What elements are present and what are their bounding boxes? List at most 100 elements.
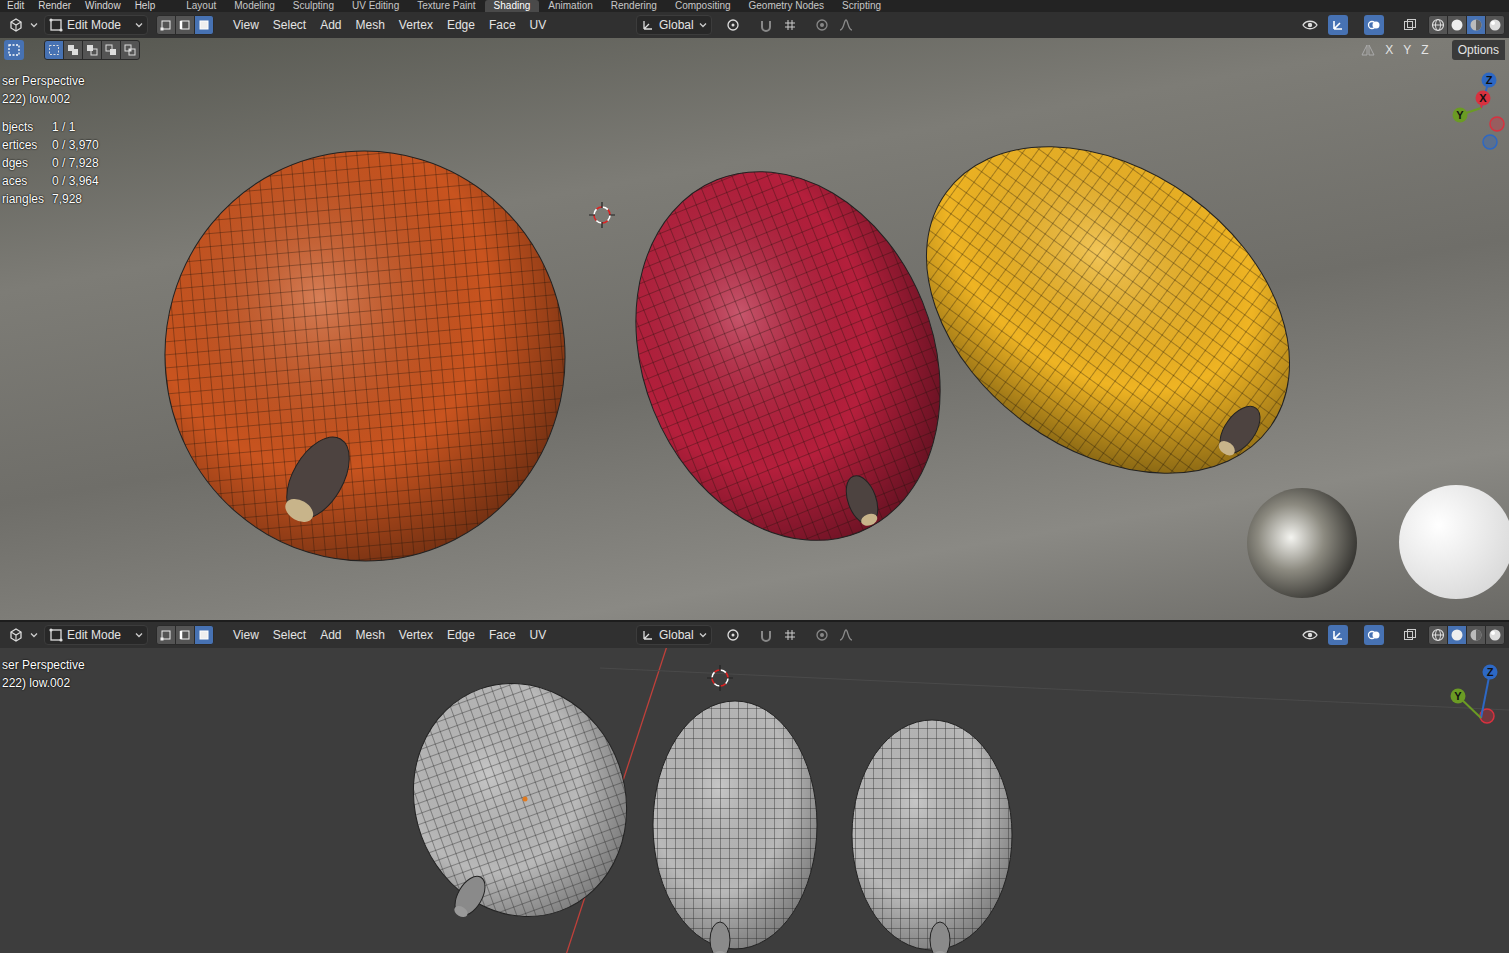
3d-cursor-icon[interactable] <box>707 665 733 691</box>
mirror-axis-toggle[interactable]: X <box>1382 41 1396 59</box>
cacao-pod[interactable] <box>148 134 582 577</box>
negative-axis-icon[interactable] <box>1483 135 1497 149</box>
axis-ball[interactable] <box>1451 689 1466 704</box>
app-menu[interactable]: Render <box>31 0 78 12</box>
workspace-tab[interactable]: Sculpting <box>284 0 343 12</box>
cacao-pod[interactable] <box>852 720 1012 950</box>
navigation-gizmo[interactable]: ZY <box>1429 648 1509 768</box>
solid-shading-button[interactable] <box>1447 15 1467 35</box>
workspace-tab[interactable]: Animation <box>539 0 601 12</box>
invert-selection-button[interactable] <box>101 40 121 60</box>
3d-cursor-icon[interactable] <box>589 202 615 228</box>
negative-axis-icon[interactable] <box>1490 117 1504 131</box>
snap-target-button[interactable] <box>780 625 800 645</box>
falloff-button[interactable] <box>836 15 856 35</box>
app-menu[interactable]: Help <box>128 0 163 12</box>
material-shading-button[interactable] <box>1466 15 1486 35</box>
workspace-tab[interactable]: Layout <box>177 0 225 12</box>
header-menu[interactable]: Select <box>266 14 313 36</box>
viewport-area[interactable]: ZXYXYZOptionsser Perspective222) low.002… <box>0 38 1509 620</box>
cacao-pod[interactable] <box>653 701 817 949</box>
axis-ball[interactable] <box>1476 91 1491 106</box>
header-menu[interactable]: UV <box>523 624 554 646</box>
header-menu[interactable]: View <box>226 624 266 646</box>
workspace-tab[interactable]: Compositing <box>666 0 740 12</box>
vert-select-button[interactable] <box>156 625 176 645</box>
wireframe-shading-button[interactable] <box>1428 15 1448 35</box>
face-select-button[interactable] <box>194 625 214 645</box>
material-shading-button[interactable] <box>1466 625 1486 645</box>
face-select-button[interactable] <box>194 15 214 35</box>
options-dropdown[interactable]: Options <box>1452 40 1505 60</box>
workspace-tab[interactable]: Scripting <box>833 0 890 12</box>
header-menu[interactable]: UV <box>523 14 554 36</box>
orientation-dropdown[interactable]: Global <box>636 625 712 645</box>
pivot-button[interactable] <box>724 625 744 645</box>
overlays-toggle[interactable] <box>1364 15 1384 35</box>
edge-select-button[interactable] <box>175 15 195 35</box>
box-select-button[interactable] <box>4 40 24 60</box>
editor-type-button[interactable] <box>4 15 40 35</box>
viewport-canvas[interactable] <box>0 648 1509 953</box>
axis-ball[interactable] <box>1483 665 1498 680</box>
header-menu[interactable]: View <box>226 14 266 36</box>
app-menu[interactable]: Edit <box>0 0 31 12</box>
workspace-tab[interactable]: Geometry Nodes <box>740 0 834 12</box>
workspace-tab[interactable]: Modeling <box>225 0 284 12</box>
header-menu[interactable]: Add <box>313 14 348 36</box>
xray-toggle[interactable] <box>1400 625 1420 645</box>
visibility-button[interactable] <box>1300 625 1320 645</box>
header-menu[interactable]: Edge <box>440 624 482 646</box>
gizmos-toggle[interactable] <box>1328 625 1348 645</box>
header-menu[interactable]: Mesh <box>349 624 392 646</box>
cacao-pod[interactable] <box>381 653 659 947</box>
cacao-pod[interactable] <box>582 126 993 587</box>
falloff-button[interactable] <box>836 625 856 645</box>
mirror-axis-toggle[interactable]: Z <box>1418 41 1431 59</box>
mirror-axis-toggle[interactable]: Y <box>1400 41 1414 59</box>
header-menu[interactable]: Vertex <box>392 624 440 646</box>
rendered-shading-button[interactable] <box>1485 15 1505 35</box>
workspace-tab[interactable]: Texture Paint <box>408 0 484 12</box>
mode-dropdown[interactable]: Edit Mode <box>44 625 148 645</box>
header-menu[interactable]: Vertex <box>392 14 440 36</box>
proportional-button[interactable] <box>812 625 832 645</box>
pod-stem <box>710 922 730 953</box>
pivot-button[interactable] <box>724 15 744 35</box>
new-selection-button[interactable] <box>44 40 64 60</box>
orientation-dropdown[interactable]: Global <box>636 15 712 35</box>
extend-selection-button[interactable] <box>63 40 83 60</box>
header-menu[interactable]: Add <box>313 624 348 646</box>
workspace-tab[interactable]: Shading <box>485 0 540 12</box>
workspace-tab[interactable]: UV Editing <box>343 0 408 12</box>
editor-type-button[interactable] <box>4 625 40 645</box>
header-menu[interactable]: Select <box>266 624 313 646</box>
mode-dropdown[interactable]: Edit Mode <box>44 15 148 35</box>
axis-ball[interactable] <box>1482 73 1497 88</box>
rendered-shading-button[interactable] <box>1485 625 1505 645</box>
header-menu[interactable]: Mesh <box>349 14 392 36</box>
snap-button[interactable] <box>756 625 776 645</box>
snap-target-button[interactable] <box>780 15 800 35</box>
edge-select-button[interactable] <box>175 625 195 645</box>
header-menu[interactable]: Edge <box>440 14 482 36</box>
gizmos-toggle[interactable] <box>1328 15 1348 35</box>
visibility-button[interactable] <box>1300 15 1320 35</box>
xray-toggle[interactable] <box>1400 15 1420 35</box>
vert-select-button[interactable] <box>156 15 176 35</box>
wireframe-shading-button[interactable] <box>1428 625 1448 645</box>
proportional-button[interactable] <box>812 15 832 35</box>
cacao-pod[interactable] <box>864 79 1352 541</box>
solid-shading-button[interactable] <box>1447 625 1467 645</box>
intersect-selection-button[interactable] <box>120 40 140 60</box>
workspace-tab[interactable]: Rendering <box>602 0 666 12</box>
snap-button[interactable] <box>756 15 776 35</box>
overlays-toggle[interactable] <box>1364 625 1384 645</box>
viewport-canvas[interactable] <box>0 38 1509 620</box>
viewport-area[interactable]: ZYser Perspective222) low.002 <box>0 648 1509 953</box>
subtract-selection-button[interactable] <box>82 40 102 60</box>
axis-ball[interactable] <box>1453 108 1468 123</box>
header-menu[interactable]: Face <box>482 624 523 646</box>
header-menu[interactable]: Face <box>482 14 523 36</box>
app-menu[interactable]: Window <box>78 0 128 12</box>
